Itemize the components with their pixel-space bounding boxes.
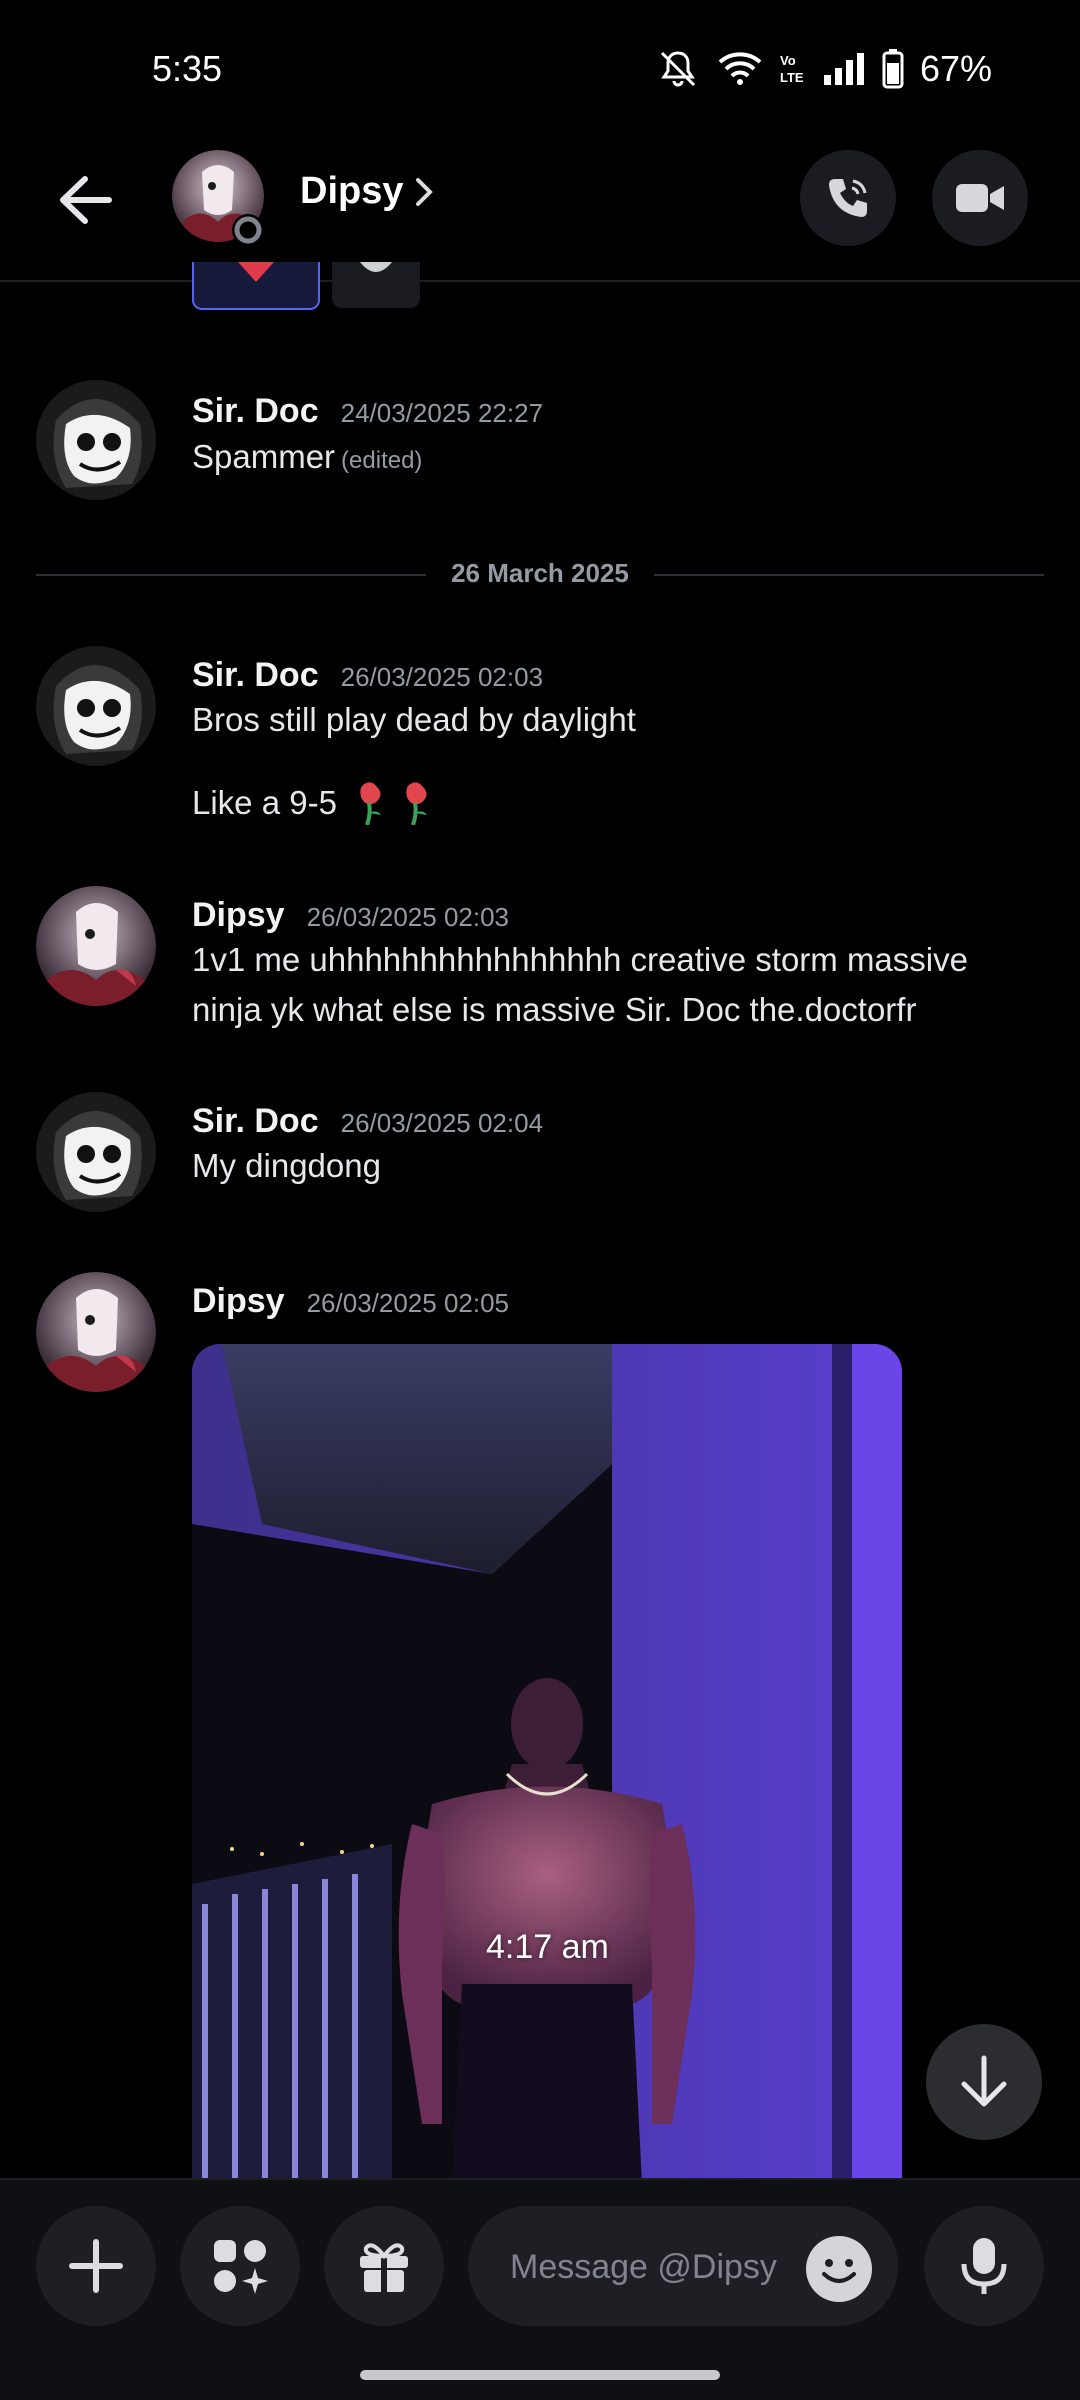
home-indicator[interactable] [360, 2370, 720, 2380]
header-username[interactable]: Dipsy [300, 170, 403, 213]
microphone-icon [961, 2238, 1007, 2294]
header-divider [0, 280, 1080, 282]
message-header: Dipsy 26/03/2025 02:05 [192, 1282, 509, 1321]
message-text: Like a 9-5 [192, 784, 337, 821]
video-call-button[interactable] [932, 150, 1028, 246]
status-time: 5:35 [152, 48, 223, 89]
reaction-chip[interactable] [192, 262, 320, 310]
voice-message-button[interactable] [924, 2206, 1044, 2326]
attach-button[interactable] [36, 2206, 156, 2326]
smiley-icon [808, 2238, 870, 2300]
message-avatar[interactable] [36, 1092, 156, 1212]
message-text: Spammer [192, 438, 336, 475]
message-author[interactable]: Sir. Doc [192, 656, 319, 694]
date-divider-label: 26 March 2025 [451, 558, 629, 588]
arrow-down-icon [961, 2055, 1007, 2107]
status-icons: Vo LTE 67% [656, 48, 992, 90]
heart-icon [238, 262, 274, 282]
message-avatar[interactable] [36, 380, 156, 500]
message-author[interactable]: Sir. Doc [192, 392, 319, 430]
jump-to-latest-button[interactable] [926, 2024, 1042, 2140]
back-button[interactable] [50, 170, 120, 230]
message-avatar[interactable] [36, 886, 156, 1006]
message-timestamp: 26/03/2025 02:03 [306, 902, 510, 932]
message-timestamp: 26/03/2025 02:04 [340, 1108, 544, 1138]
message-avatar[interactable] [36, 646, 156, 766]
emoji-icon [360, 262, 392, 272]
message-text: Bros still play dead by daylight [192, 701, 636, 738]
svg-text:LTE: LTE [780, 70, 804, 85]
message-author[interactable]: Sir. Doc [192, 1102, 319, 1140]
arrow-left-icon [60, 176, 112, 224]
voice-call-button[interactable] [800, 150, 896, 246]
wifi-icon [718, 52, 762, 85]
battery-percentage: 67% [919, 48, 992, 89]
message-header: Dipsy 26/03/2025 02:03 [192, 896, 509, 935]
message-text-line: ninja yk what else is massive Sir. Doc t… [192, 991, 917, 1028]
composer-divider [0, 2178, 1080, 2180]
message-header: Sir. Doc 24/03/2025 22:27 [192, 392, 543, 431]
message-author[interactable]: Dipsy [192, 1282, 285, 1320]
apps-icon [214, 2240, 268, 2294]
emoji-button[interactable] [806, 2236, 872, 2302]
message-content: Like a 9-5 [192, 778, 435, 828]
gift-icon [360, 2243, 408, 2292]
image-attachment[interactable] [192, 1344, 902, 2184]
apps-button[interactable] [180, 2206, 300, 2326]
volte-icon: Vo LTE [780, 53, 804, 85]
message-timestamp: 26/03/2025 02:03 [340, 662, 544, 692]
phone-icon [829, 179, 867, 217]
message-text-line: 1v1 me uhhhhhhhhhhhhhhhh creative storm … [192, 941, 968, 978]
rose-emoji-icon [360, 782, 381, 825]
message-header: Sir. Doc 26/03/2025 02:04 [192, 1102, 543, 1141]
message-author[interactable]: Dipsy [192, 896, 285, 934]
svg-text:Vo: Vo [780, 53, 796, 68]
message-header: Sir. Doc 26/03/2025 02:03 [192, 656, 543, 695]
gift-button[interactable] [324, 2206, 444, 2326]
edited-label: (edited) [341, 447, 423, 474]
message-timestamp: 26/03/2025 02:05 [306, 1288, 510, 1318]
rose-emoji-icon [406, 782, 427, 825]
message-text: My dingdong [192, 1147, 381, 1184]
date-divider-line [36, 574, 426, 576]
attachment-caption: 4:17 am [486, 1928, 609, 1966]
reaction-chip[interactable] [332, 262, 420, 308]
mute-bell-icon [660, 51, 695, 87]
signal-icon [823, 53, 864, 85]
chevron-right-icon [416, 178, 433, 206]
status-dot-icon [232, 214, 264, 246]
date-divider-line [654, 574, 1044, 576]
battery-icon [882, 49, 904, 89]
message-timestamp: 24/03/2025 22:27 [340, 398, 544, 428]
plus-icon [69, 2239, 123, 2293]
message-input-container[interactable] [468, 2206, 898, 2328]
message-avatar[interactable] [36, 1272, 156, 1392]
message-content: Spammer (edited) [192, 432, 422, 486]
video-camera-icon [956, 184, 1004, 212]
message-input[interactable] [508, 2206, 812, 2328]
